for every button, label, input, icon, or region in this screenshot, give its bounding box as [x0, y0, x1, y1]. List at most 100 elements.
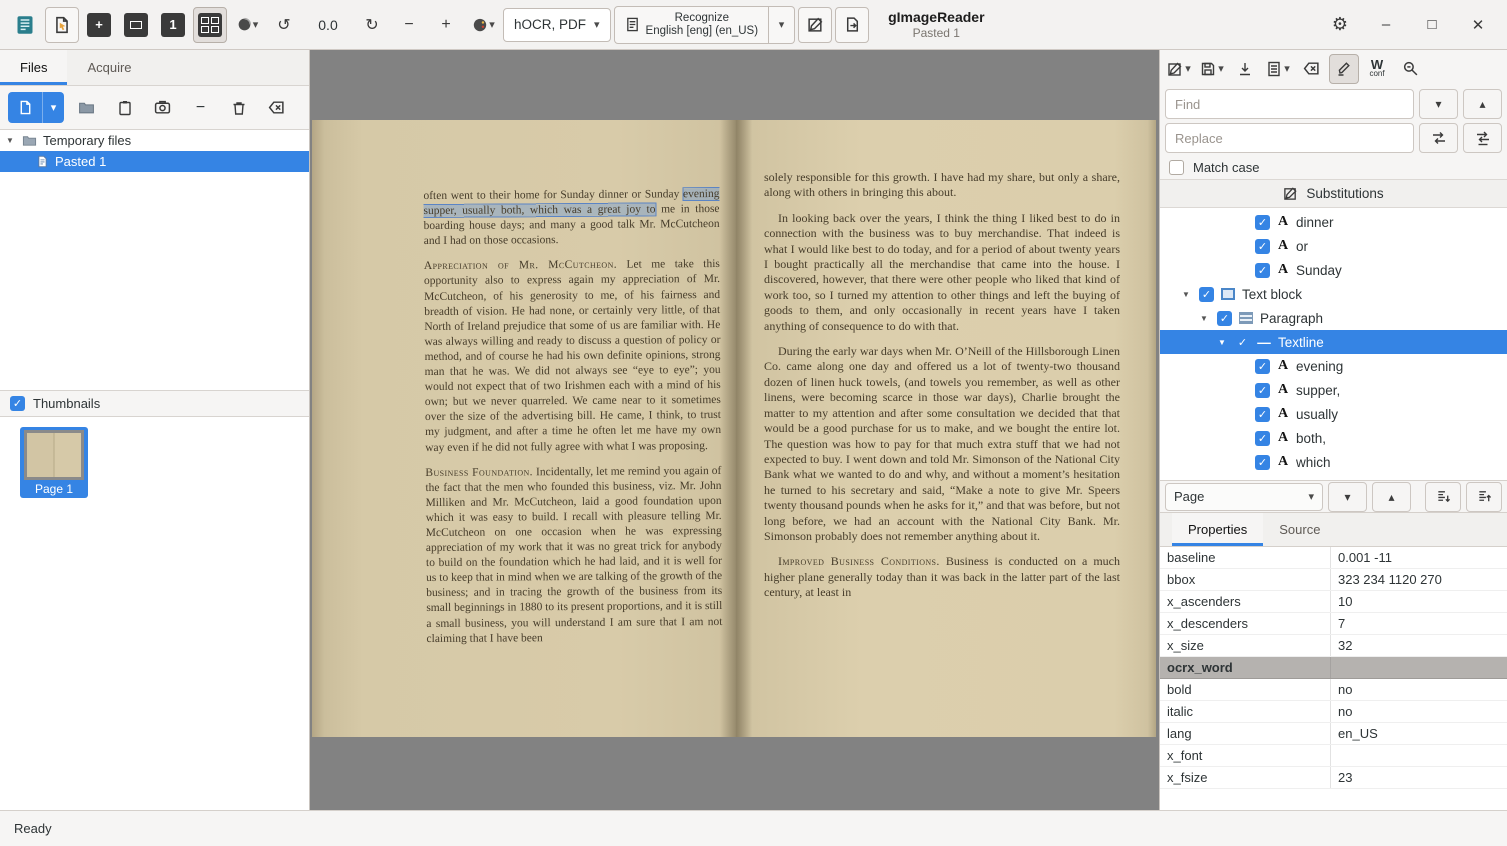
rotation-spinbox[interactable]: [304, 11, 352, 39]
add-page-button[interactable]: +: [82, 7, 116, 43]
thumbnails-checkbox[interactable]: ✓: [10, 396, 25, 411]
textline-checkbox[interactable]: ✓: [1235, 335, 1250, 350]
preview-toggle[interactable]: [1395, 54, 1425, 84]
prev-item-button[interactable]: ▴: [1372, 482, 1411, 512]
open-folder-button[interactable]: [71, 92, 102, 123]
book-scan[interactable]: often went to their home for Sunday dinn…: [312, 120, 1156, 737]
hocr-word-row[interactable]: ✓ A or: [1160, 234, 1507, 258]
select-tool-button[interactable]: [45, 7, 79, 43]
property-value[interactable]: 0.001 -11: [1331, 550, 1507, 565]
open-hocr-button[interactable]: ▾: [1164, 54, 1194, 84]
settings-button[interactable]: ⚙: [1327, 12, 1353, 38]
property-value[interactable]: en_US: [1331, 726, 1507, 741]
table-row[interactable]: x_ascenders 10: [1160, 591, 1507, 613]
table-row[interactable]: baseline 0.001 -11: [1160, 547, 1507, 569]
table-row[interactable]: lang en_US: [1160, 723, 1507, 745]
word-checkbox[interactable]: ✓: [1255, 431, 1270, 446]
block-checkbox[interactable]: ✓: [1199, 287, 1214, 302]
property-value[interactable]: no: [1331, 682, 1507, 697]
maximize-button[interactable]: □: [1419, 12, 1445, 38]
property-value[interactable]: 23: [1331, 770, 1507, 785]
export-button[interactable]: [835, 7, 869, 43]
rotate-mode-dropdown[interactable]: ▾: [230, 7, 264, 43]
hocr-word-row[interactable]: ✓ A Sunday: [1160, 258, 1507, 282]
remove-page-button[interactable]: −: [185, 92, 216, 123]
hocr-word-row[interactable]: ✓ A usually: [1160, 402, 1507, 426]
hocr-word-row[interactable]: ✓ A dinner: [1160, 210, 1507, 234]
paragraph-checkbox[interactable]: ✓: [1217, 311, 1232, 326]
substitutions-button[interactable]: Substitutions: [1160, 179, 1507, 208]
page-number-mode-button[interactable]: 1: [156, 7, 190, 43]
expand-all-button[interactable]: [1425, 482, 1461, 512]
hocr-word-row[interactable]: ✓ A supper,: [1160, 378, 1507, 402]
tree-file-pasted-1[interactable]: Pasted 1: [0, 151, 309, 172]
grid-mode-button[interactable]: [193, 7, 227, 43]
next-item-button[interactable]: ▾: [1328, 482, 1367, 512]
add-images-dropdown[interactable]: ▾: [42, 92, 64, 123]
replace-all-button[interactable]: [1463, 123, 1502, 153]
table-row[interactable]: bbox 323 234 1120 270: [1160, 569, 1507, 591]
zoom-out-button[interactable]: −: [392, 7, 426, 43]
recognize-button[interactable]: Recognize English [eng] (en_US): [614, 6, 770, 44]
add-images-button[interactable]: [8, 92, 42, 123]
thumbnail-page-1[interactable]: Page 1: [20, 427, 88, 498]
table-row[interactable]: italic no: [1160, 701, 1507, 723]
table-row[interactable]: x_fsize 23: [1160, 767, 1507, 789]
match-case-checkbox[interactable]: [1169, 160, 1184, 175]
property-value[interactable]: 7: [1331, 616, 1507, 631]
find-input[interactable]: [1165, 89, 1414, 119]
find-next-button[interactable]: ▾: [1419, 89, 1458, 119]
screenshot-button[interactable]: [147, 92, 178, 123]
expander-icon[interactable]: ▼: [6, 136, 16, 145]
word-checkbox[interactable]: ✓: [1255, 383, 1270, 398]
replace-button[interactable]: [1419, 123, 1458, 153]
hocr-word-row[interactable]: ✓ A both,: [1160, 426, 1507, 450]
rotate-right-button[interactable]: ↻: [355, 7, 389, 43]
word-confidence-toggle[interactable]: Wconf: [1362, 54, 1392, 84]
word-checkbox[interactable]: ✓: [1255, 239, 1270, 254]
tab-acquire[interactable]: Acquire: [67, 50, 151, 85]
hocr-textline-row-selected[interactable]: ▼ ✓ — Textline: [1160, 330, 1507, 354]
expander-icon[interactable]: ▼: [1182, 290, 1192, 299]
property-value[interactable]: 32: [1331, 638, 1507, 653]
collapse-all-button[interactable]: [1466, 482, 1502, 512]
ocr-mode-combobox[interactable]: hOCR, PDF ▾: [503, 8, 611, 42]
tab-source[interactable]: Source: [1263, 513, 1336, 546]
word-checkbox[interactable]: ✓: [1255, 455, 1270, 470]
recognize-language-dropdown[interactable]: ▾: [769, 6, 795, 44]
image-viewer[interactable]: often went to their home for Sunday dinn…: [310, 50, 1159, 810]
property-value[interactable]: 10: [1331, 594, 1507, 609]
property-value[interactable]: no: [1331, 704, 1507, 719]
zoom-in-button[interactable]: +: [429, 7, 463, 43]
page-target-combobox[interactable]: Page ▾: [1165, 483, 1323, 511]
find-prev-button[interactable]: ▴: [1463, 89, 1502, 119]
edit-output-button[interactable]: [798, 7, 832, 43]
table-row[interactable]: x_size 32: [1160, 635, 1507, 657]
property-value[interactable]: 323 234 1120 270: [1331, 572, 1507, 587]
table-row[interactable]: x_descenders 7: [1160, 613, 1507, 635]
single-page-mode-button[interactable]: [119, 7, 153, 43]
expander-icon[interactable]: ▼: [1200, 314, 1210, 323]
import-hocr-button[interactable]: [1230, 54, 1260, 84]
tab-properties[interactable]: Properties: [1172, 513, 1263, 546]
expander-icon[interactable]: ▼: [1218, 338, 1228, 347]
hocr-textblock-row[interactable]: ▼ ✓ Text block: [1160, 282, 1507, 306]
word-checkbox[interactable]: ✓: [1255, 263, 1270, 278]
paste-button[interactable]: [109, 92, 140, 123]
tree-folder-temporary-files[interactable]: ▼ Temporary files: [0, 130, 309, 151]
delete-button[interactable]: [223, 92, 254, 123]
hocr-word-row[interactable]: ✓ A evening: [1160, 354, 1507, 378]
close-button[interactable]: ✕: [1465, 12, 1491, 38]
table-row[interactable]: x_font: [1160, 745, 1507, 767]
clear-all-button[interactable]: [261, 92, 292, 123]
word-checkbox[interactable]: ✓: [1255, 215, 1270, 230]
word-checkbox[interactable]: ✓: [1255, 407, 1270, 422]
minimize-button[interactable]: –: [1373, 12, 1399, 38]
hocr-word-row[interactable]: ✓ A which: [1160, 450, 1507, 474]
hocr-paragraph-row[interactable]: ▼ ✓ Paragraph: [1160, 306, 1507, 330]
clear-hocr-button[interactable]: [1296, 54, 1326, 84]
save-hocr-button[interactable]: ▾: [1197, 54, 1227, 84]
word-checkbox[interactable]: ✓: [1255, 359, 1270, 374]
add-images-split-button[interactable]: ▾: [8, 92, 64, 123]
replace-input[interactable]: [1165, 123, 1414, 153]
